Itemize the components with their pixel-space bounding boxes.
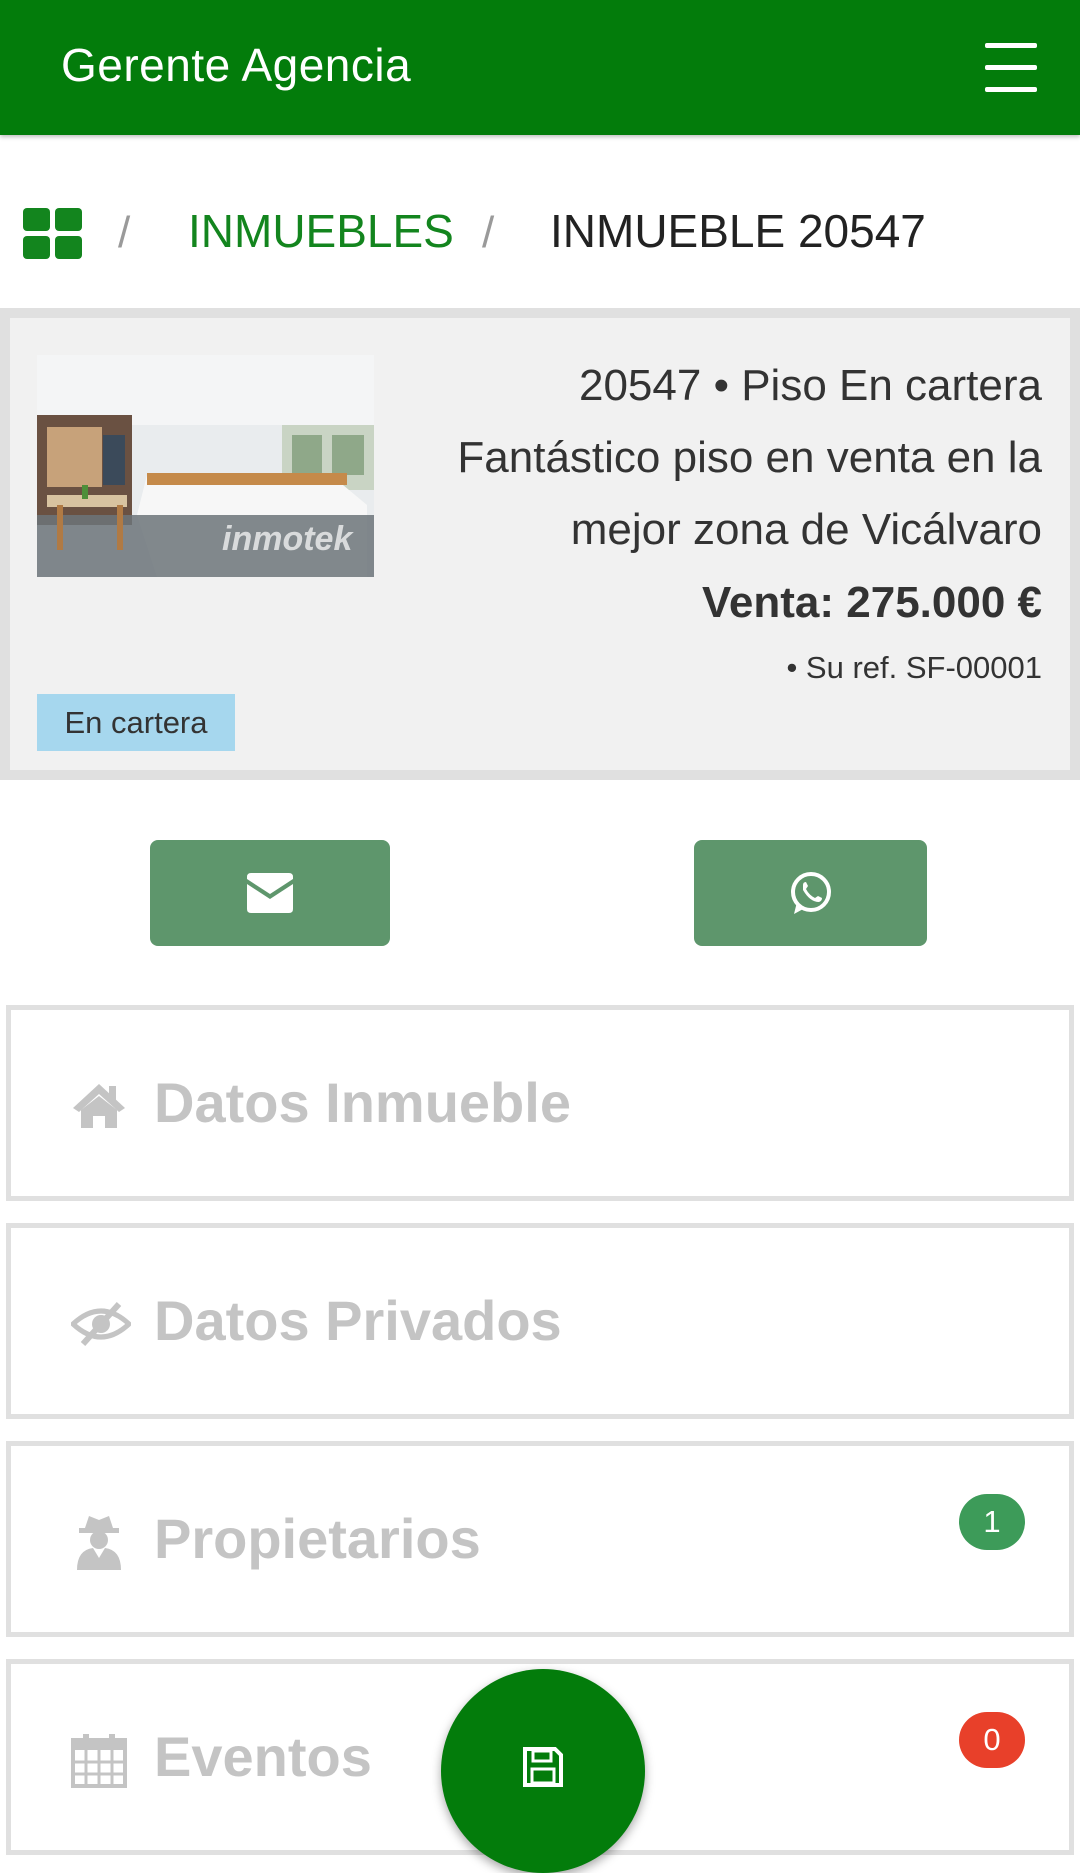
whatsapp-button[interactable]: [694, 840, 927, 946]
property-price: Venta: 275.000 €: [701, 578, 1042, 627]
eventos-count-badge: 0: [959, 1712, 1025, 1768]
section-propietarios[interactable]: Propietarios 1: [6, 1441, 1074, 1637]
eye-slash-icon: [69, 1296, 133, 1352]
property-card: inmotek 20547 • Piso En cartera Fantásti…: [0, 308, 1080, 780]
property-photo[interactable]: inmotek: [37, 355, 374, 577]
home-icon: [71, 1078, 127, 1134]
grid-dashboard-icon[interactable]: [23, 208, 83, 260]
section-label: Datos Inmueble: [154, 1071, 571, 1134]
section-label: Propietarios: [154, 1507, 481, 1570]
breadcrumb-link-inmuebles[interactable]: INMUEBLES: [188, 204, 454, 258]
user-secret-icon: [71, 1514, 127, 1570]
breadcrumb: / INMUEBLES / INMUEBLE 20547: [0, 190, 1080, 270]
section-label: Eventos: [154, 1725, 372, 1788]
breadcrumb-separator: /: [118, 208, 131, 257]
breadcrumb-separator: /: [482, 208, 495, 257]
section-label: Datos Privados: [154, 1289, 562, 1352]
calendar-icon: [71, 1732, 127, 1788]
whatsapp-icon: [790, 872, 831, 914]
floppy-disk-save-icon: [523, 1747, 563, 1787]
save-fab-button[interactable]: [441, 1669, 645, 1873]
hamburger-menu-icon[interactable]: [980, 38, 1040, 96]
breadcrumb-current: INMUEBLE 20547: [550, 205, 926, 257]
property-heading: 20547 • Piso En cartera Fantástico piso …: [457, 361, 1042, 554]
status-badge: En cartera: [37, 694, 235, 751]
email-button[interactable]: [150, 840, 390, 946]
propietarios-count-badge: 1: [959, 1494, 1025, 1550]
section-datos-privados[interactable]: Datos Privados: [6, 1223, 1074, 1419]
section-datos-inmueble[interactable]: Datos Inmueble: [6, 1005, 1074, 1201]
envelope-icon: [247, 873, 293, 913]
app-title: Gerente Agencia: [61, 39, 412, 91]
property-reference: • Su ref. SF-00001: [786, 650, 1042, 685]
app-bar: Gerente Agencia: [0, 0, 1080, 135]
photo-watermark: inmotek: [222, 520, 354, 558]
